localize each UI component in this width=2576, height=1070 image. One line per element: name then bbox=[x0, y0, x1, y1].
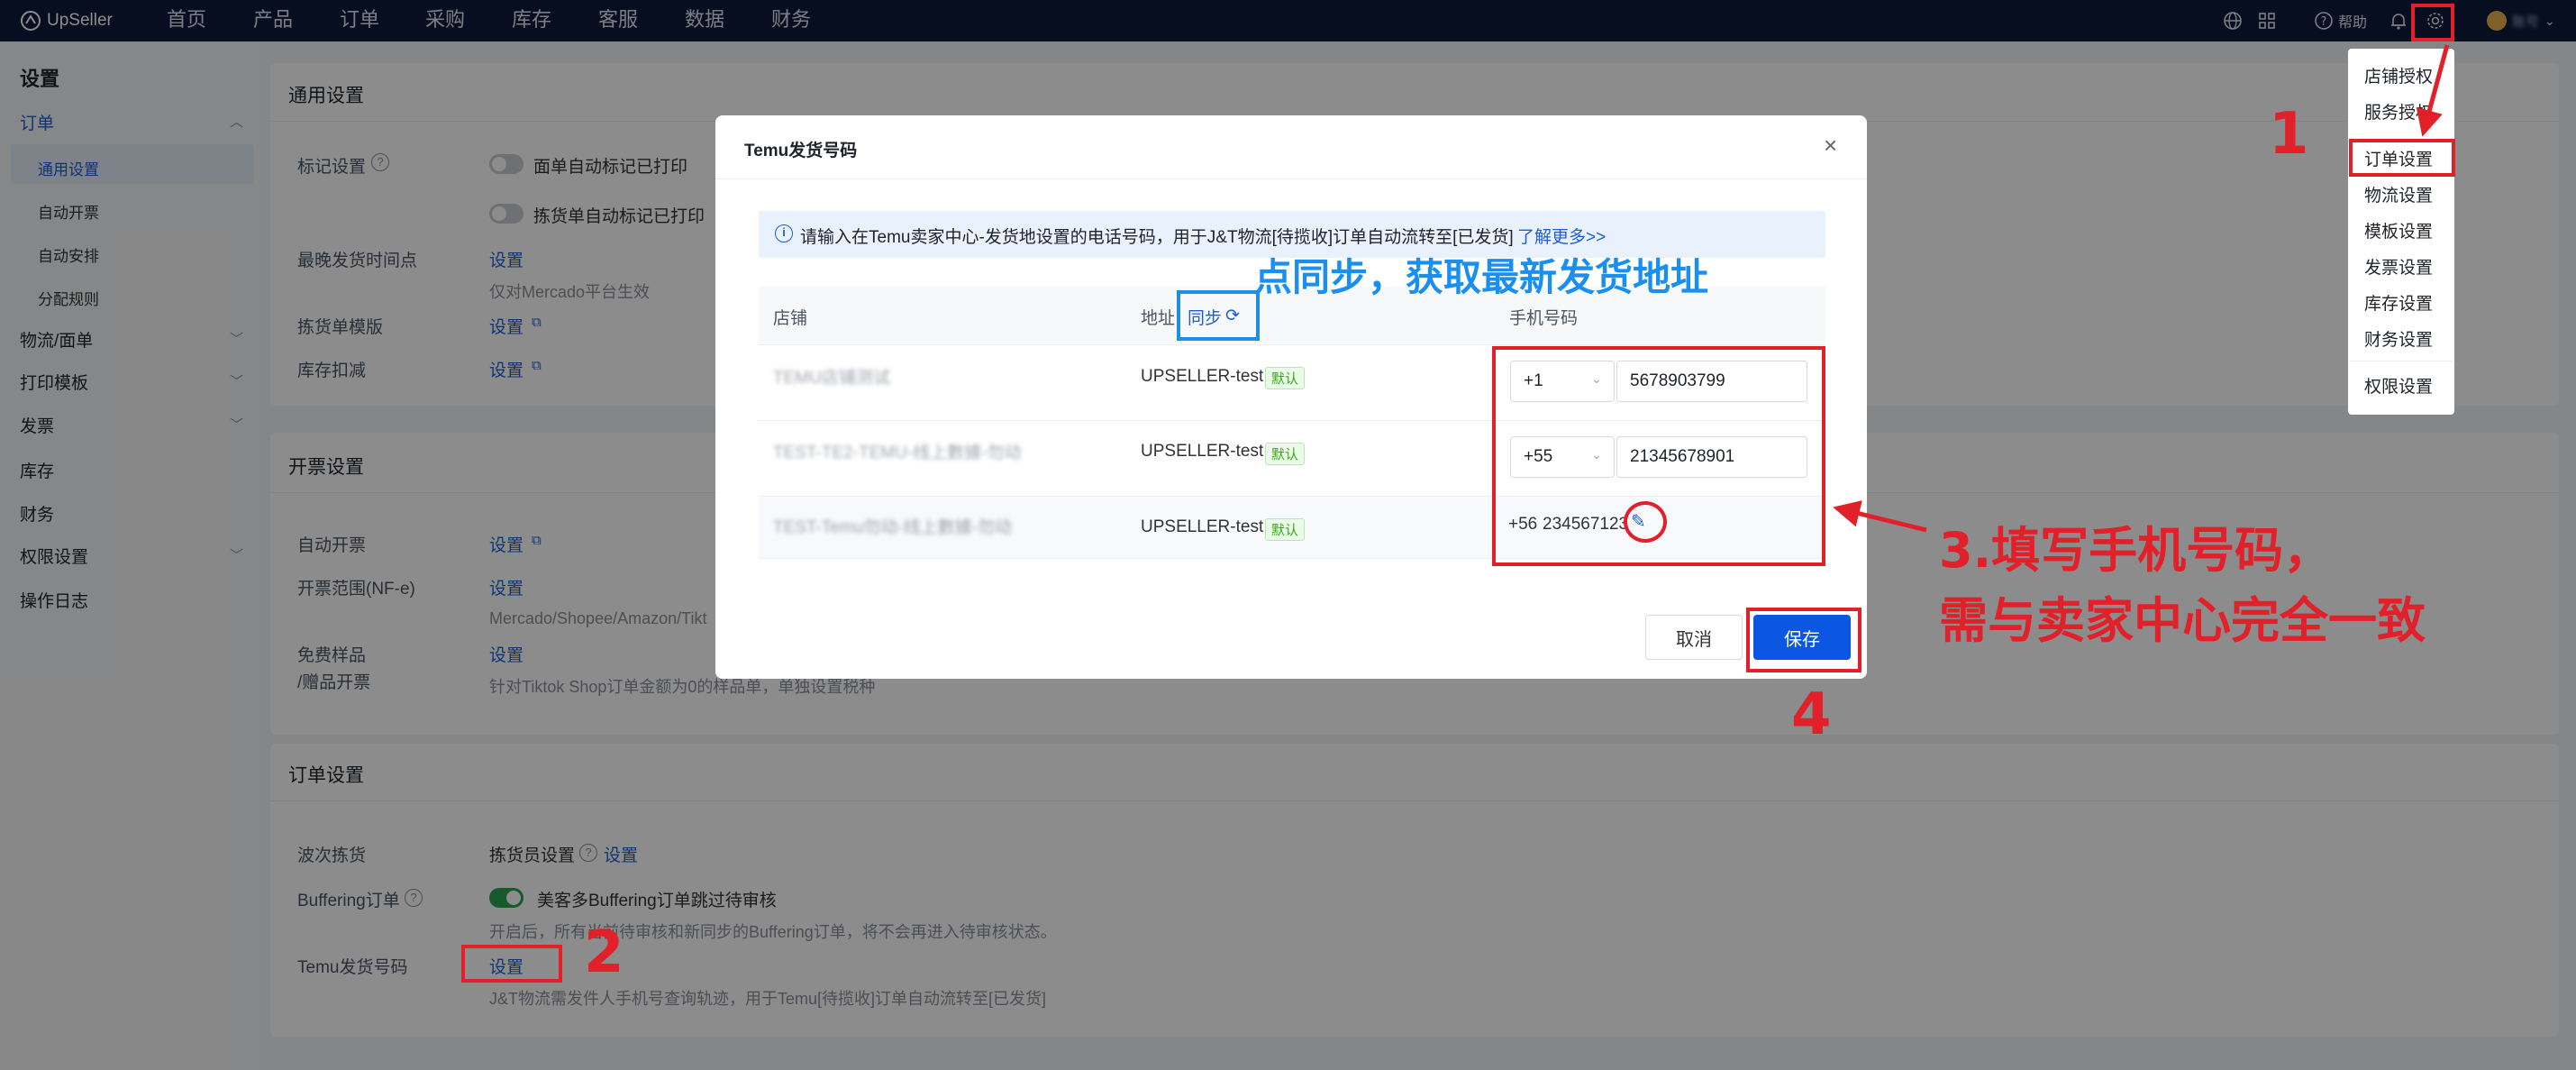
annotation-number-2: 2 bbox=[584, 919, 624, 986]
annotation-step3-line1: 3.填写手机号码， bbox=[1939, 522, 2333, 579]
close-icon[interactable]: × bbox=[1824, 133, 1837, 157]
store-name: TEST-TE2-TEMU-线上數據-勿动 bbox=[773, 444, 1022, 462]
annotation-box-sync bbox=[1177, 290, 1260, 341]
address-value: UPSELLER-test bbox=[1141, 367, 1264, 386]
modal-header-divider bbox=[715, 178, 1867, 179]
address-value: UPSELLER-test bbox=[1141, 517, 1264, 536]
address-value: UPSELLER-test bbox=[1141, 442, 1264, 461]
annotation-box-order-settings bbox=[2349, 139, 2455, 177]
annotation-box-save bbox=[1746, 608, 1861, 672]
annotation-sync-note: 点同步，获取最新发货地址 bbox=[1254, 255, 1709, 299]
dropdown-item-template-settings[interactable]: 模板设置 bbox=[2364, 218, 2433, 242]
col-phone: 手机号码 bbox=[1509, 309, 1579, 328]
annotation-box-temu-link bbox=[461, 945, 562, 983]
default-tag: 默认 bbox=[1265, 367, 1306, 389]
learn-more-link[interactable]: 了解更多>> bbox=[1517, 224, 1606, 248]
col-address: 地址 bbox=[1141, 309, 1176, 328]
default-tag: 默认 bbox=[1265, 518, 1306, 541]
dropdown-item-invoice-settings[interactable]: 发票设置 bbox=[2364, 254, 2433, 279]
annotation-step3-line2: 需与卖家中心完全一致 bbox=[1939, 592, 2426, 649]
dropdown-item-finance-settings[interactable]: 财务设置 bbox=[2364, 326, 2433, 351]
annotation-number-4: 4 bbox=[1791, 681, 1832, 748]
dropdown-item-store-auth[interactable]: 店铺授权 bbox=[2364, 63, 2433, 87]
row-divider bbox=[759, 344, 1825, 345]
dropdown-item-logistics-settings[interactable]: 物流设置 bbox=[2364, 182, 2433, 206]
dropdown-item-service-auth[interactable]: 服务授权 bbox=[2364, 99, 2433, 123]
annotation-circle-edit bbox=[1624, 501, 1667, 543]
modal-title: Temu发货号码 bbox=[744, 142, 858, 160]
col-store: 店铺 bbox=[773, 309, 808, 328]
info-icon: i bbox=[775, 224, 793, 242]
store-name: TEMU店铺测试 bbox=[773, 369, 890, 388]
store-name: TEST-Temu勿动-线上數據-勿动 bbox=[773, 518, 1012, 537]
annotation-number-1: 1 bbox=[2269, 101, 2309, 168]
dropdown-item-inventory-settings[interactable]: 库存设置 bbox=[2364, 290, 2433, 315]
default-tag: 默认 bbox=[1265, 443, 1306, 465]
annotation-box-gear bbox=[2411, 4, 2454, 41]
info-text: 请输入在Temu卖家中心-发货地设置的电话号码，用于J&T物流[待揽收]订单自动… bbox=[800, 228, 1514, 247]
dropdown-item-permission-settings[interactable]: 权限设置 bbox=[2364, 373, 2433, 398]
cancel-button[interactable]: 取消 bbox=[1645, 615, 1743, 660]
